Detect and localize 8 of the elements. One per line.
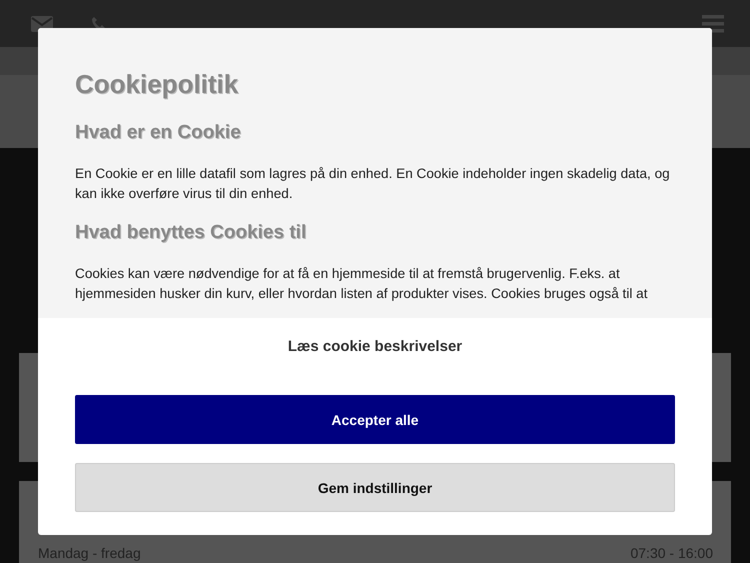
save-settings-button[interactable]: Gem indstillinger	[75, 463, 675, 512]
section-heading: Hvad benyttes Cookies til	[75, 222, 308, 244]
dialog-title: Cookiepolitik	[75, 69, 240, 100]
section-text: Cookies kan være nødvendige for at få en hjemmeside til at fremstå brugervenlig. F.eks. at hjemmesiden husker din kurv, eller hvordan listen af produkter vises. Cookies bruges også til at	[75, 265, 648, 303]
section-heading: Hvad er en Cookie	[75, 122, 242, 144]
accept-all-button[interactable]: Accepter alle	[75, 395, 675, 444]
section-text: En Cookie er en lille datafil som lagres på din enhed. En Cookie indeholder ingen skadelig data, og kan ikke overføre virus til din enhed.	[75, 165, 671, 203]
details-link[interactable]: Læs cookie beskrivelser	[288, 338, 462, 355]
